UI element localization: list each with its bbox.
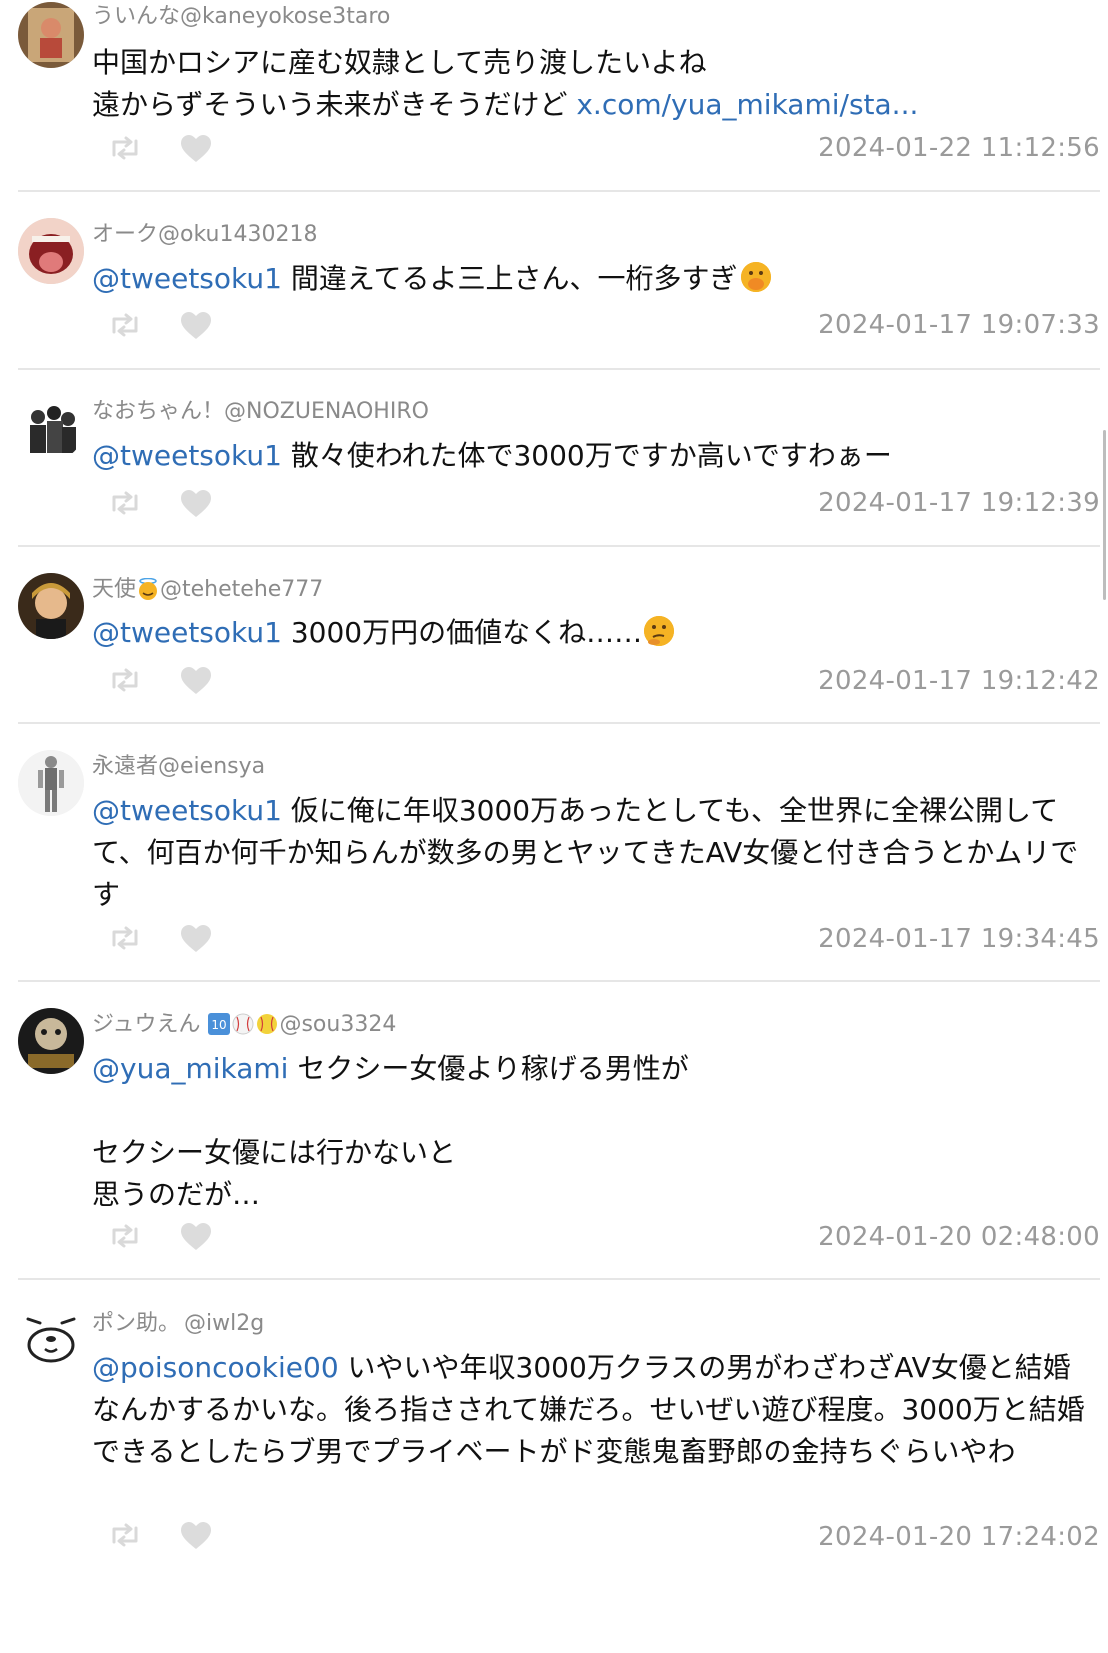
display-name[interactable]: ポン助。 [92,1311,180,1336]
face-with-hand-over-mouth-emoji [741,262,772,292]
display-name[interactable]: 永遠者 [92,754,158,779]
tweet-text: @poisoncookie00 いやいや年収3000万クラスの男がわざわざAV女… [92,1347,1097,1473]
retweet-icon[interactable] [108,490,142,516]
handle[interactable]: @tehetehe777 [160,577,323,602]
retweet-icon[interactable] [108,312,142,338]
heart-icon[interactable] [180,667,212,695]
handle[interactable]: @eiensya [158,754,265,779]
timestamp[interactable]: 2024-01-20 02:48:00 [818,1222,1100,1252]
handle[interactable]: @sou3324 [279,1012,396,1037]
tweet-meta: 永遠者@eiensya [92,752,265,782]
tweet-text: @tweetsoku1 間違えてるよ三上さん、一桁多すぎ [92,258,1097,300]
scrollbar[interactable] [1103,430,1106,600]
display-name[interactable]: 天使 [92,577,136,602]
mention-link[interactable]: @poisoncookie00 [92,1351,339,1384]
handle[interactable]: @kaneyokose3taro [180,4,390,29]
retweet-icon[interactable] [108,1522,142,1548]
timestamp[interactable]: 2024-01-17 19:12:42 [818,666,1100,696]
heart-icon[interactable] [180,490,212,518]
tweet-meta: ういんな@kaneyokose3taro [92,2,390,32]
avatar[interactable] [18,750,84,816]
divider [18,980,1100,982]
svg-text:10: 10 [212,1018,227,1032]
avatar[interactable] [18,573,84,639]
divider [18,1278,1100,1280]
retweet-icon[interactable] [108,925,142,951]
mention-link[interactable]: @tweetsoku1 [92,439,282,472]
divider [18,190,1100,192]
timestamp[interactable]: 2024-01-17 19:07:33 [818,310,1100,340]
handle[interactable]: @NOZUENAOHIRO [224,399,429,424]
tweet-body: 3000万円の価値なくね…… [281,616,643,649]
timestamp[interactable]: 2024-01-17 19:12:39 [818,488,1100,518]
handle[interactable]: @oku1430218 [158,222,317,247]
avatar[interactable] [18,218,84,284]
divider [18,368,1100,370]
retweet-icon[interactable] [108,1223,142,1249]
avatar[interactable] [18,1305,84,1371]
tweet-meta: ジュウえん 10 @sou3324 [92,1010,396,1040]
heart-icon[interactable] [180,312,212,340]
display-name[interactable]: ういんな [92,4,180,29]
display-name[interactable]: オーク [92,222,158,247]
tweet-text: 中国かロシアに産む奴隷として売り渡したいよね 遠からずそういう未来がきそうだけど… [92,42,1097,126]
avatar[interactable] [18,2,84,68]
handle[interactable]: @iwl2g [184,1311,264,1336]
thinking-face-emoji [644,616,675,646]
tweet-meta: なおちゃん！@NOZUENAOHIRO [92,397,429,427]
tweet-meta: オーク@oku1430218 [92,220,317,250]
tweet-text: @tweetsoku1 散々使われた体で3000万ですか高いですわぁー [92,435,1097,477]
tweet-text: @tweetsoku1 3000万円の価値なくね…… [92,612,1097,654]
mention-link[interactable]: @tweetsoku1 [92,794,282,827]
heart-icon[interactable] [180,925,212,953]
heart-icon[interactable] [180,1223,212,1251]
heart-icon[interactable] [180,1522,212,1550]
heart-icon[interactable] [180,135,212,163]
avatar[interactable] [18,1008,84,1074]
tweet-body: 散々使われた体で3000万ですか高いですわぁー [281,439,892,472]
display-name[interactable]: なおちゃん！ [92,399,224,424]
tweet-meta: ポン助。 @iwl2g [92,1309,264,1339]
retweet-icon[interactable] [108,135,142,161]
timestamp[interactable]: 2024-01-17 19:34:45 [818,924,1100,954]
divider [18,545,1100,547]
mention-link[interactable]: @tweetsoku1 [92,262,282,295]
retweet-icon[interactable] [108,667,142,693]
timestamp[interactable]: 2024-01-20 17:24:02 [818,1522,1100,1552]
tweet-meta: 天使 @tehetehe777 [92,575,323,605]
mention-link[interactable]: @tweetsoku1 [92,616,282,649]
keycap-ten-baseball-softball-emoji: 10 [208,1013,278,1035]
display-name[interactable]: ジュウえん [92,1012,200,1037]
smiling-face-with-halo-emoji [137,577,159,600]
divider [18,722,1100,724]
mention-link[interactable]: @yua_mikami [92,1052,288,1085]
timestamp[interactable]: 2024-01-22 11:12:56 [818,133,1100,163]
tweet-body: 間違えてるよ三上さん、一桁多すぎ [281,262,738,295]
tweet-text: @yua_mikami セクシー女優より稼げる男性が セクシー女優には行かないと… [92,1048,1097,1216]
tweet-text: @tweetsoku1 仮に俺に年収3000万あったとしても、全世界に全裸公開し… [92,790,1097,916]
tweet-link[interactable]: x.com/yua_mikami/sta... [576,88,918,121]
avatar[interactable] [18,395,84,461]
